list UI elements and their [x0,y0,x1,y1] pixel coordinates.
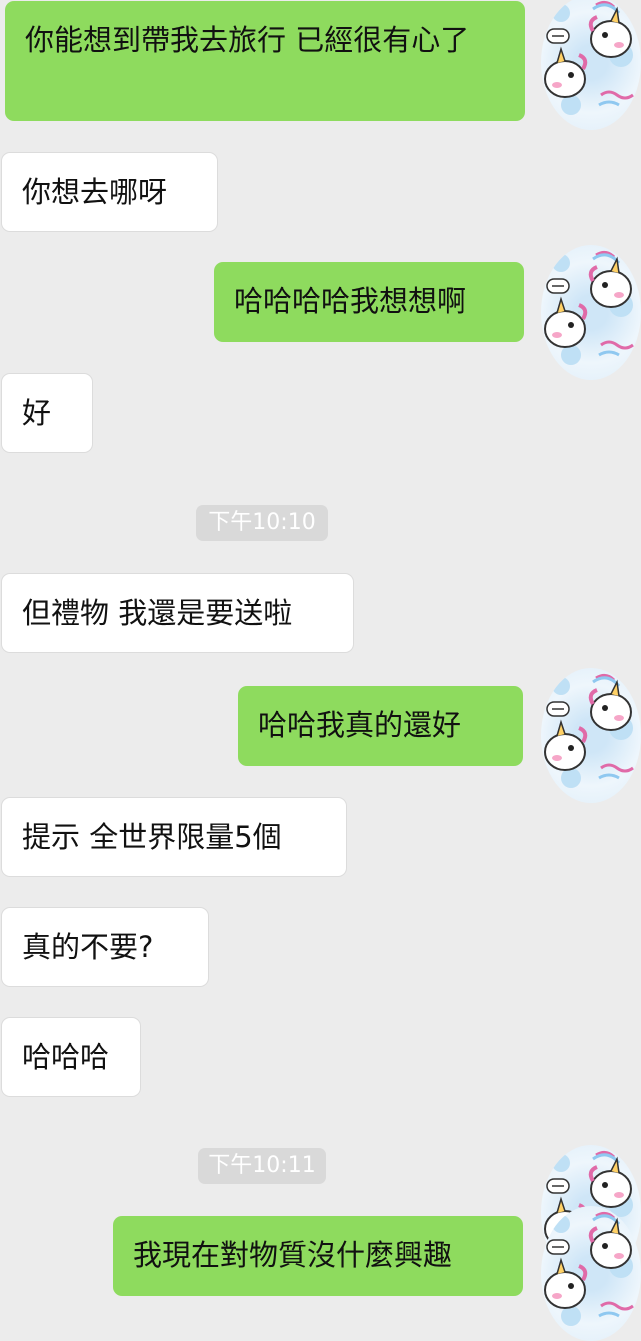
chat-area[interactable]: 你能想到帶我去旅行 已經很有心了 你想去哪呀 哈哈哈哈我想想啊 好 下午10:1… [0,0,641,1341]
message-bubble-incoming[interactable]: 但禮物 我還是要送啦 [1,573,354,653]
timestamp-label: 下午10:11 [198,1148,326,1184]
message-bubble-incoming[interactable]: 哈哈哈 [1,1017,141,1097]
message-bubble-incoming[interactable]: 真的不要? [1,907,209,987]
avatar-unicorn-icon[interactable] [541,1206,641,1341]
avatar-unicorn-icon[interactable] [541,668,641,803]
avatar-unicorn-icon[interactable] [541,245,641,380]
message-bubble-incoming[interactable]: 你想去哪呀 [1,152,218,232]
message-bubble-incoming[interactable]: 好 [1,373,93,453]
timestamp-label: 下午10:10 [196,505,328,541]
message-bubble-outgoing[interactable]: 我現在對物質沒什麼興趣 [113,1216,523,1296]
message-bubble-outgoing[interactable]: 你能想到帶我去旅行 已經很有心了 [5,1,525,121]
avatar-unicorn-icon[interactable] [541,0,641,130]
message-bubble-incoming[interactable]: 提示 全世界限量5個 [1,797,347,877]
message-bubble-outgoing[interactable]: 哈哈我真的還好 [238,686,523,766]
message-bubble-outgoing[interactable]: 哈哈哈哈我想想啊 [214,262,524,342]
